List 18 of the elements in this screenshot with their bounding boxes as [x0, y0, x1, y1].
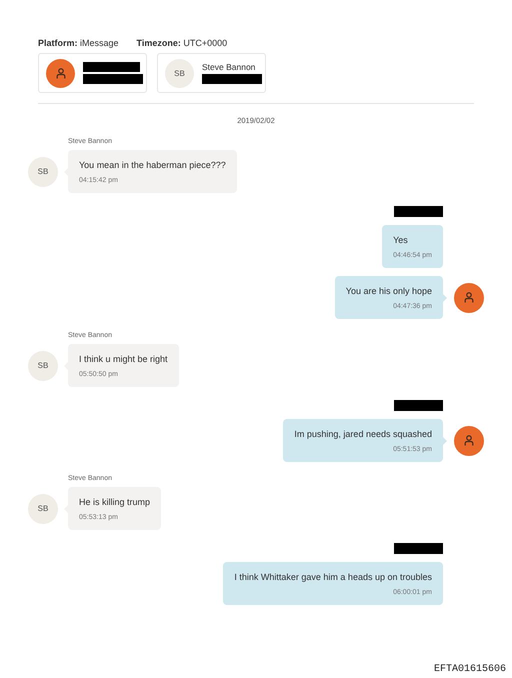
message-text: He is killing trump [79, 497, 150, 507]
participant-name: Steve Bannon [202, 62, 256, 72]
person-icon [464, 292, 474, 303]
person-icon [56, 68, 66, 78]
message-text: You are his only hope [346, 286, 432, 296]
message-text: You mean in the haberman piece??? [79, 160, 226, 170]
initials-avatar: SB [28, 156, 58, 186]
initials-avatar: SB [28, 350, 58, 380]
person-icon [464, 435, 474, 446]
initials-avatar: SB [165, 58, 194, 88]
document-id: EFTA01615606 [434, 664, 506, 675]
message-text: I think u might be right [79, 354, 168, 364]
message-text: I think Whittaker gave him a heads up on troubles [234, 572, 432, 582]
platform-label: Platform: iMessage [38, 38, 119, 48]
initials-avatar: SB [28, 494, 58, 524]
message-text: Yes [393, 235, 409, 245]
message-text: Im pushing, jared needs squashed [294, 429, 432, 439]
timezone-label: Timezone: UTC+0000 [136, 38, 228, 48]
